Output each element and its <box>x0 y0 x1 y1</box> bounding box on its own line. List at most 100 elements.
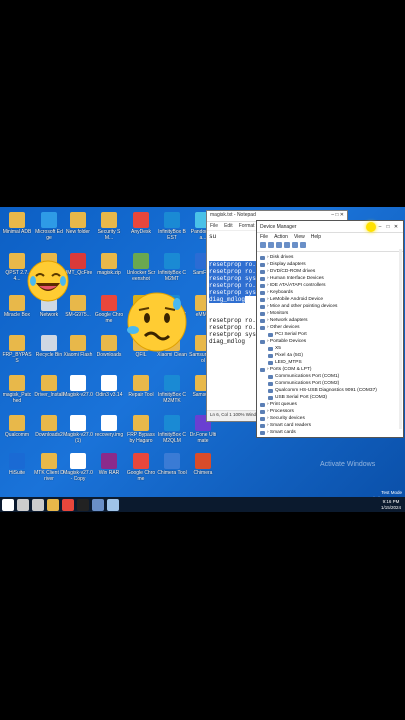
desktop-icon-image <box>41 415 57 431</box>
desktop-icon[interactable]: New folder <box>63 212 93 241</box>
device-icon <box>260 318 265 323</box>
menu-item[interactable]: Action <box>274 234 288 240</box>
device-tree-node[interactable]: Communications Port (COM2) <box>260 380 400 387</box>
device-tree-node[interactable]: › Network adapters <box>260 317 400 324</box>
desktop-icon[interactable]: InfinityBox CM2MT <box>157 253 187 282</box>
search-icon[interactable] <box>16 498 29 511</box>
desktop-icon[interactable]: HiSuite <box>2 453 32 482</box>
chrome-icon[interactable] <box>61 498 74 511</box>
menu-item[interactable]: Format <box>239 223 255 229</box>
device-tree-node[interactable]: › Other devices <box>260 324 400 331</box>
device-tree-node[interactable]: › Print queues <box>260 401 400 408</box>
desktop-icon[interactable]: Magisk-v27.0 <box>63 375 93 404</box>
device-tree-node[interactable]: › Disk drives <box>260 254 400 261</box>
device-tree-node[interactable]: LEID_MTPS <box>260 359 400 366</box>
device-tree-node[interactable]: › Portable Devices <box>260 338 400 345</box>
back-icon[interactable] <box>260 242 266 248</box>
device-icon <box>268 374 273 379</box>
desktop-icon[interactable]: Google Chrome <box>94 295 124 324</box>
help-icon[interactable] <box>284 242 290 248</box>
desktop-icon[interactable]: Unlocker Screenshot <box>126 253 156 282</box>
desktop-icon[interactable]: FRP_BYPASS <box>2 335 32 364</box>
menu-item[interactable]: File <box>210 223 218 229</box>
desktop-icon[interactable]: Magisk-v27.0 - Copy <box>63 453 93 482</box>
device-manager-toolbar <box>257 241 403 252</box>
scrollbar[interactable] <box>399 249 402 429</box>
properties-icon[interactable] <box>276 242 282 248</box>
desktop-icon[interactable]: Magisk-v27.0 (1) <box>63 415 93 444</box>
device-label: Communications Port (COM1) <box>275 374 340 379</box>
device-tree-node[interactable]: › IDE ATA/ATAPI controllers <box>260 282 400 289</box>
desktop-icon[interactable]: Driver_Install <box>34 375 64 404</box>
maximize-icon[interactable]: □ <box>384 224 392 230</box>
menu-item[interactable]: File <box>260 234 268 240</box>
device-tree-node[interactable]: › Monitors <box>260 310 400 317</box>
device-tree-node[interactable]: Qualcomm HS-USB Diagnostics 9091 (COM37) <box>260 387 400 394</box>
desktop-icon[interactable]: Security SM... <box>94 212 124 241</box>
device-icon <box>268 360 273 365</box>
desktop-icon[interactable]: Xiaomi Flash <box>63 335 93 364</box>
forward-icon[interactable] <box>268 242 274 248</box>
desktop-icon[interactable]: magisk_Patched <box>2 375 32 404</box>
device-tree-node[interactable]: Communications Port (COM1) <box>260 373 400 380</box>
desktop-icon-label: Magisk-v27.0 <box>63 392 93 398</box>
desktop-icon-image <box>70 453 86 469</box>
device-tree-node[interactable]: › DVD/CD-ROM drives <box>260 268 400 275</box>
menu-item[interactable]: Edit <box>224 223 233 229</box>
menu-item[interactable]: View <box>294 234 305 240</box>
device-tree-node[interactable]: PCI Serial Port <box>260 331 400 338</box>
desktop-icon[interactable]: FRP Bypass by Hagaro <box>126 415 156 444</box>
desktop-icon[interactable]: Google Chrome <box>126 453 156 482</box>
desktop-icon[interactable]: Win RAR <box>94 453 124 482</box>
device-tree-node[interactable]: › Security devices <box>260 415 400 422</box>
device-tree-node[interactable]: › Processors <box>260 408 400 415</box>
desktop-icon-label: Chimera <box>193 470 213 476</box>
device-tree-node[interactable]: › Ports (COM & LPT) <box>260 366 400 373</box>
desktop-icon[interactable]: MTK Client Driver <box>34 453 64 482</box>
desktop-icon[interactable]: Repair Tool <box>126 375 156 404</box>
menu-item[interactable]: Help <box>311 234 321 240</box>
monitor-icon[interactable] <box>300 242 306 248</box>
desktop-icon[interactable]: InfinityBox CM2QLM <box>157 415 187 444</box>
close-icon[interactable]: ✕ <box>340 212 344 220</box>
desktop-icon[interactable]: recovery.img <box>94 415 124 444</box>
desktop-icon[interactable]: Chimera <box>188 453 218 482</box>
file-explorer-icon[interactable] <box>46 498 59 511</box>
desktop-icon[interactable]: InfinityBox CM2MTK <box>157 375 187 404</box>
desktop-icon[interactable]: Minimal ADB <box>2 212 32 241</box>
start-button[interactable] <box>1 498 14 511</box>
task-view-icon[interactable] <box>31 498 44 511</box>
device-tree-node[interactable]: › LeMobile Android Device <box>260 296 400 303</box>
desktop-icon[interactable]: magisk.zip <box>94 253 124 282</box>
device-tree-node[interactable]: USB Serial Port (COM3) <box>260 394 400 401</box>
device-tree-node[interactable]: › Human Interface Devices <box>260 275 400 282</box>
desktop-icon-label: Driver_Install <box>34 392 64 398</box>
device-label: › Mice and other pointing devices <box>267 304 338 309</box>
device-tree-node[interactable]: › Keyboards <box>260 289 400 296</box>
desktop-icon[interactable]: Odin3 v3.14 <box>94 375 124 404</box>
device-manager-titlebar[interactable]: Device Manager – □ ✕ <box>257 221 403 233</box>
device-manager-icon[interactable] <box>91 498 104 511</box>
desktop-icon[interactable]: Recycle Bin <box>34 335 64 364</box>
desktop-icon[interactable]: Microsoft Edge <box>34 212 64 241</box>
desktop-icon-image <box>101 253 117 269</box>
device-tree-node[interactable]: › Display adapters <box>260 261 400 268</box>
device-manager-window[interactable]: Device Manager – □ ✕ File Action View Help … <box>256 220 404 438</box>
minimize-icon[interactable]: – <box>376 224 384 230</box>
terminal-icon[interactable] <box>76 498 89 511</box>
device-tree-node[interactable]: X5 <box>260 345 400 352</box>
device-tree-node[interactable]: › Smart cards <box>260 429 400 436</box>
scan-hardware-icon[interactable] <box>292 242 298 248</box>
device-tree-node[interactable]: › Smart card readers <box>260 422 400 429</box>
desktop-icon[interactable]: InfinityBox BEST <box>157 212 187 241</box>
device-tree-node[interactable]: › Mice and other pointing devices <box>260 303 400 310</box>
desktop-icon[interactable]: Chimera Tool <box>157 453 187 482</box>
device-tree-node[interactable]: Pixel 4a (5G) <box>260 352 400 359</box>
desktop-icon[interactable]: Qualcomm <box>2 415 32 444</box>
desktop-icon[interactable]: Downloads <box>94 335 124 364</box>
close-icon[interactable]: ✕ <box>392 224 400 230</box>
notepad-icon[interactable] <box>106 498 119 511</box>
desktop-icon[interactable]: AnyDesk <box>126 212 156 241</box>
system-clock[interactable]: 9:16 PM 1/15/2024 <box>381 499 401 510</box>
desktop-icon[interactable]: Downloads2 <box>34 415 64 444</box>
